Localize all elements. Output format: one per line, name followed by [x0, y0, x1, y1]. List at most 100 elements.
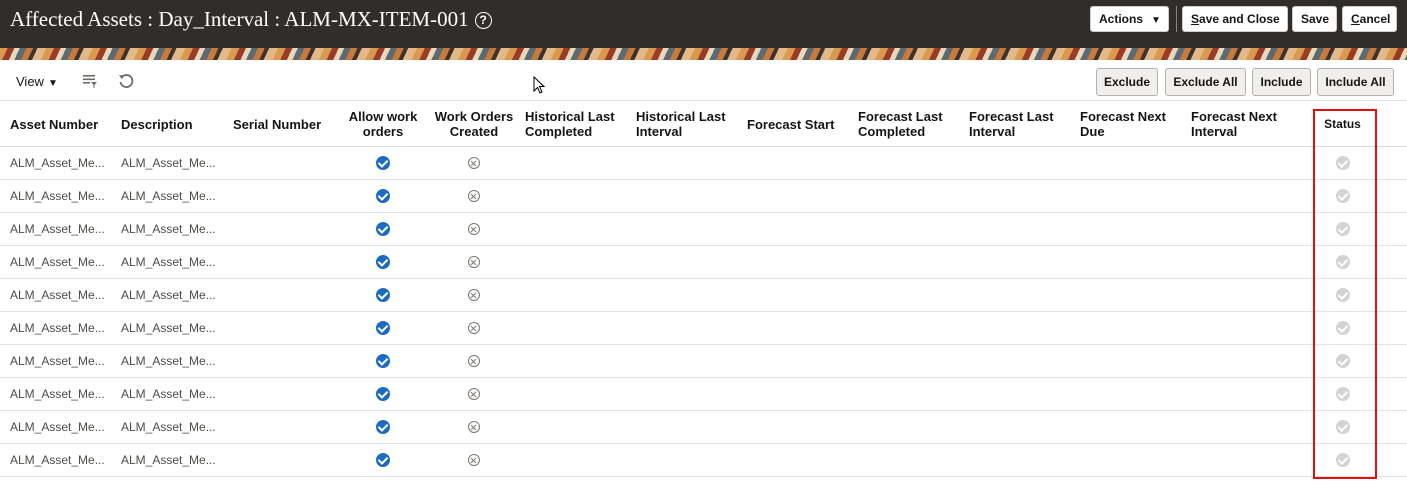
check-circle-icon: [376, 255, 390, 269]
cell-description: ALM_Asset_Me...: [121, 387, 216, 401]
table-row[interactable]: ALM_Asset_Me... ALM_Asset_Me...: [0, 444, 1407, 477]
cell-status: [1313, 312, 1372, 344]
header-line: Interval: [636, 124, 683, 139]
cancel-mnemonic: C: [1351, 12, 1360, 26]
cell-description: ALM_Asset_Me...: [121, 156, 216, 170]
cell-work-orders-created: [429, 312, 519, 344]
column-header-forecast-next-due[interactable]: Forecast Next Due: [1080, 101, 1188, 147]
table-row[interactable]: ALM_Asset_Me... ALM_Asset_Me...: [0, 411, 1407, 444]
check-circle-icon: [376, 222, 390, 236]
cell-allow-work-orders: [338, 213, 428, 245]
x-circle-icon: [468, 157, 480, 169]
save-and-close-button[interactable]: Save and Close: [1182, 6, 1288, 32]
header-line: Work Orders: [434, 109, 514, 124]
column-header-forecast-next-interval[interactable]: Forecast Next Interval: [1191, 101, 1299, 147]
chevron-down-icon: ▼: [47, 78, 58, 89]
cell-status: [1313, 444, 1372, 476]
view-label: View: [16, 74, 44, 89]
x-circle-icon: [468, 223, 480, 235]
column-header-serial-number[interactable]: Serial Number: [233, 101, 338, 147]
exclude-button[interactable]: Exclude: [1096, 68, 1158, 96]
decorative-banner: [0, 48, 1407, 60]
check-circle-icon: [376, 354, 390, 368]
cell-description: ALM_Asset_Me...: [121, 354, 216, 368]
cell-status: [1313, 213, 1372, 245]
column-header-forecast-last-completed[interactable]: Forecast Last Completed: [858, 101, 966, 147]
cell-status: [1313, 180, 1372, 212]
cell-work-orders-created: [429, 246, 519, 278]
actions-menu-button[interactable]: Actions ▼: [1090, 6, 1169, 32]
check-circle-icon: [376, 156, 390, 170]
cell-work-orders-created: [429, 378, 519, 410]
column-header-historical-last-interval[interactable]: Historical Last Interval: [636, 101, 744, 147]
x-circle-icon: [468, 190, 480, 202]
column-header-allow-work-orders[interactable]: Allow work orders: [338, 101, 428, 147]
table-row[interactable]: ALM_Asset_Me... ALM_Asset_Me...: [0, 213, 1407, 246]
cell-asset-number: ALM_Asset_Me...: [10, 453, 105, 467]
reset-icon[interactable]: [117, 72, 135, 90]
column-header-forecast-last-interval[interactable]: Forecast Last Interval: [969, 101, 1077, 147]
cell-asset-number: ALM_Asset_Me...: [10, 156, 105, 170]
header-line: Forecast Last: [969, 109, 1054, 124]
filter-icon[interactable]: [81, 72, 99, 90]
cell-work-orders-created: [429, 213, 519, 245]
save-button[interactable]: Save: [1292, 6, 1337, 32]
cell-allow-work-orders: [338, 312, 428, 344]
x-circle-icon: [468, 355, 480, 367]
cell-status: [1313, 345, 1372, 377]
save-close-label: ave and Close: [1199, 12, 1280, 26]
cell-allow-work-orders: [338, 444, 428, 476]
cell-allow-work-orders: [338, 378, 428, 410]
table-header: Asset Number Description Serial Number A…: [0, 100, 1407, 147]
cell-description: ALM_Asset_Me...: [121, 288, 216, 302]
help-icon[interactable]: ?: [474, 12, 492, 29]
cell-work-orders-created: [429, 180, 519, 212]
status-check-icon: [1335, 453, 1350, 467]
include-button[interactable]: Include: [1252, 68, 1311, 96]
actions-label: Actions: [1099, 12, 1144, 26]
column-header-asset-number[interactable]: Asset Number: [10, 101, 115, 147]
x-circle-icon: [468, 289, 480, 301]
header-line: Forecast Next: [1080, 109, 1166, 124]
status-check-icon: [1335, 420, 1350, 434]
exclude-all-button[interactable]: Exclude All: [1165, 68, 1246, 96]
check-circle-icon: [376, 288, 390, 302]
cell-status: [1313, 147, 1372, 179]
table-row[interactable]: ALM_Asset_Me... ALM_Asset_Me...: [0, 279, 1407, 312]
cell-allow-work-orders: [338, 411, 428, 443]
cell-asset-number: ALM_Asset_Me...: [10, 354, 105, 368]
header-line: Allow work: [348, 109, 418, 124]
cell-asset-number: ALM_Asset_Me...: [10, 321, 105, 335]
header-line: orders: [362, 124, 404, 139]
page-title: Affected Assets : Day_Interval : ALM-MX-…: [10, 6, 492, 32]
table-row[interactable]: ALM_Asset_Me... ALM_Asset_Me...: [0, 312, 1407, 345]
cell-work-orders-created: [429, 444, 519, 476]
table-row[interactable]: ALM_Asset_Me... ALM_Asset_Me...: [0, 147, 1407, 180]
header-line: Completed: [858, 124, 926, 139]
column-header-work-orders-created[interactable]: Work Orders Created: [429, 101, 519, 147]
check-circle-icon: [376, 453, 390, 467]
cancel-button[interactable]: Cancel: [1342, 6, 1397, 32]
header-line: Forecast Last: [858, 109, 943, 124]
column-header-forecast-start[interactable]: Forecast Start: [747, 101, 855, 147]
table-row[interactable]: ALM_Asset_Me... ALM_Asset_Me...: [0, 345, 1407, 378]
column-header-historical-last-completed[interactable]: Historical Last Completed: [525, 101, 633, 147]
table-row[interactable]: ALM_Asset_Me... ALM_Asset_Me...: [0, 246, 1407, 279]
table-row[interactable]: ALM_Asset_Me... ALM_Asset_Me...: [0, 378, 1407, 411]
save-close-mnemonic: S: [1191, 12, 1200, 26]
status-check-icon: [1335, 321, 1350, 335]
x-circle-icon: [468, 388, 480, 400]
include-all-button[interactable]: Include All: [1317, 68, 1394, 96]
mouse-cursor-icon: [533, 75, 546, 94]
column-header-description[interactable]: Description: [121, 101, 226, 147]
cell-asset-number: ALM_Asset_Me...: [10, 255, 105, 269]
column-header-status[interactable]: Status: [1313, 101, 1372, 147]
table-row[interactable]: ALM_Asset_Me... ALM_Asset_Me...: [0, 180, 1407, 213]
x-circle-icon: [468, 256, 480, 268]
cell-asset-number: ALM_Asset_Me...: [10, 288, 105, 302]
header-line: Forecast Next: [1191, 109, 1277, 124]
view-menu[interactable]: View ▼: [16, 74, 58, 89]
cell-asset-number: ALM_Asset_Me...: [10, 420, 105, 434]
cell-description: ALM_Asset_Me...: [121, 321, 216, 335]
status-check-icon: [1335, 189, 1350, 203]
